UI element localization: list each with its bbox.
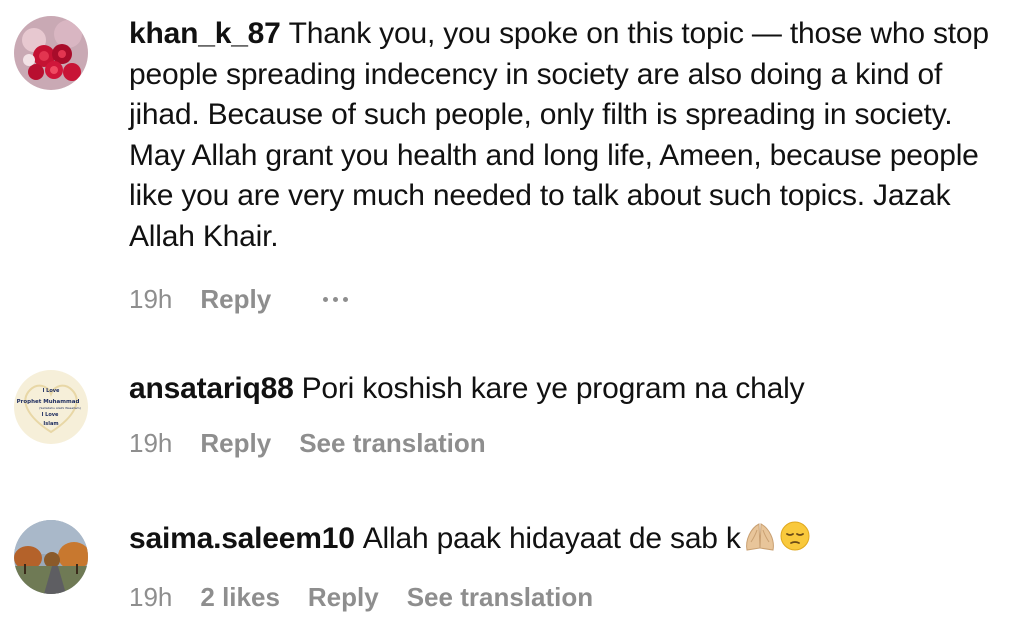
avatar[interactable] <box>14 16 88 90</box>
timestamp[interactable]: 19h <box>129 428 172 459</box>
avatar-text: Islam <box>43 421 58 427</box>
autumn-road-avatar-image <box>14 520 88 594</box>
reply-button[interactable]: Reply <box>200 284 271 315</box>
comment-text-block: saima.saleem10 Allah paak hidayaat de sab… <box>129 519 1004 564</box>
comment-meta: 19h Reply <box>129 279 1004 319</box>
avatar-text: (Sallallahu Alaihi Wasallam) <box>39 406 81 410</box>
comment-meta: 19h Reply See translation <box>129 424 1004 464</box>
avatar[interactable]: I Love Prophet Muhammad (Sallallahu Alai… <box>14 370 88 444</box>
pensive-face-icon <box>779 520 811 564</box>
heart-text-avatar-image: I Love Prophet Muhammad (Sallallahu Alai… <box>14 370 88 444</box>
username[interactable]: saima.saleem10 <box>129 522 355 555</box>
avatar-text: I Love <box>43 388 60 394</box>
username[interactable]: khan_k_87 <box>129 17 281 50</box>
comment-text-block: khan_k_87 Thank you, you spoke on this to… <box>129 14 1004 257</box>
more-options-icon[interactable] <box>323 284 349 314</box>
comments-thread: khan_k_87 Thank you, you spoke on this to… <box>0 0 1024 640</box>
see-translation-button[interactable]: See translation <box>407 582 593 613</box>
red-roses-avatar-image <box>14 16 88 90</box>
timestamp[interactable]: 19h <box>129 284 172 315</box>
avatar-text: I Love <box>42 412 59 418</box>
avatar-text: Prophet Muhammad <box>17 399 80 405</box>
likes-count[interactable]: 2 likes <box>200 582 280 613</box>
reply-button[interactable]: Reply <box>200 428 271 459</box>
avatar[interactable] <box>14 520 88 594</box>
comment-text: Pori koshish kare ye program na chaly <box>301 372 805 405</box>
see-translation-button[interactable]: See translation <box>299 428 485 459</box>
comment-text: Allah paak hidayaat de sab k <box>362 522 741 555</box>
comment-text: Thank you, you spoke on this topic — tho… <box>129 17 989 253</box>
username[interactable]: ansatariq88 <box>129 372 294 405</box>
comment-text-block: ansatariq88 Pori koshish kare ye program … <box>129 369 1004 410</box>
comment-meta: 19h 2 likes Reply See translation <box>129 578 1004 618</box>
timestamp[interactable]: 19h <box>129 582 172 613</box>
folded-hands-icon <box>743 522 777 564</box>
reply-button[interactable]: Reply <box>308 582 379 613</box>
